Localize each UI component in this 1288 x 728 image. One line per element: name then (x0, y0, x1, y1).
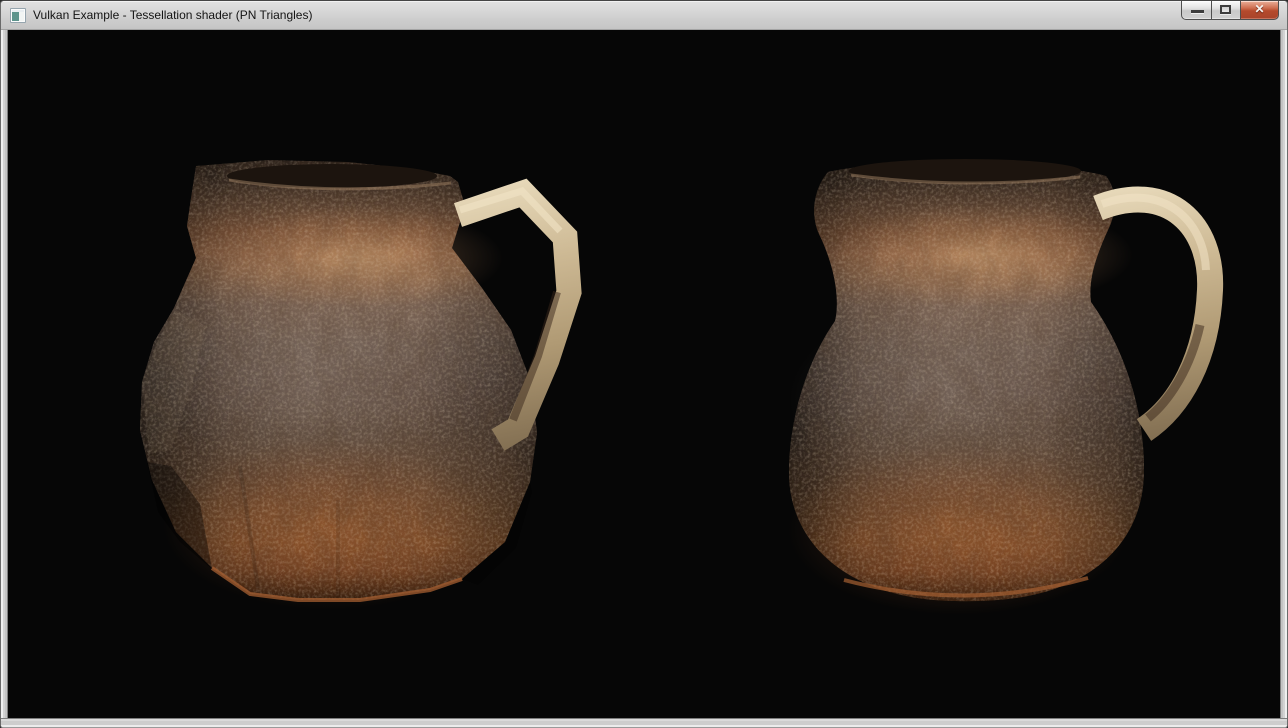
minimize-button[interactable] (1181, 1, 1211, 20)
titlebar[interactable]: Vulkan Example - Tessellation shader (PN… (1, 1, 1287, 30)
maximize-button[interactable] (1211, 1, 1241, 20)
close-icon: ✕ (1241, 1, 1278, 19)
window-frame-left[interactable] (1, 30, 8, 718)
maximize-icon (1220, 5, 1231, 14)
close-button[interactable]: ✕ (1241, 1, 1279, 20)
window-frame-right[interactable] (1280, 30, 1287, 718)
render-viewport[interactable] (8, 30, 1280, 718)
clay-jug-smooth (788, 159, 1210, 615)
jug-smooth-mottle (789, 163, 1144, 602)
window-title: Vulkan Example - Tessellation shader (PN… (33, 1, 312, 30)
minimize-icon (1191, 10, 1204, 13)
vulkan-scene (8, 30, 1280, 718)
window-controls: ✕ (1181, 1, 1279, 20)
window-frame-bottom[interactable] (1, 718, 1287, 727)
app-window: Vulkan Example - Tessellation shader (PN… (0, 0, 1288, 728)
application-icon[interactable] (10, 8, 26, 23)
clay-jug-faceted (140, 160, 569, 610)
